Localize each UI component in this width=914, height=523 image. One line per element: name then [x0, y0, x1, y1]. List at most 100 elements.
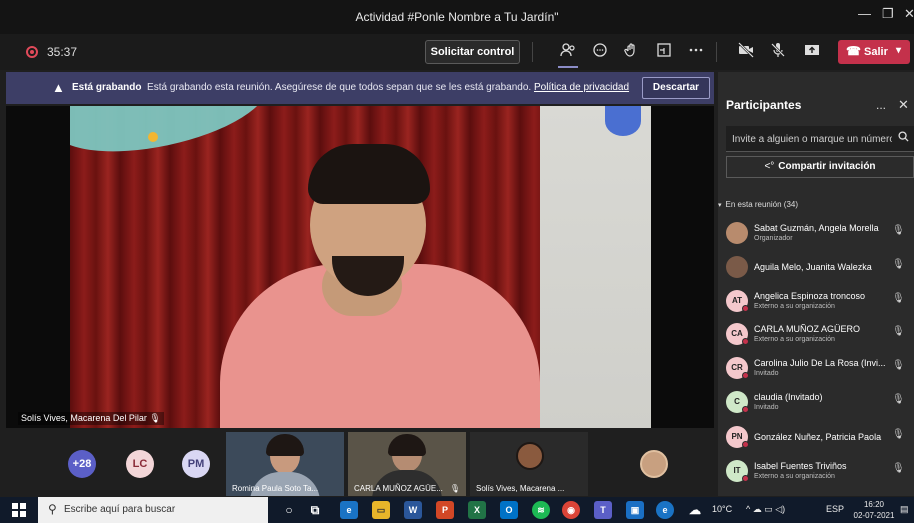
background-wall — [540, 106, 651, 428]
decoration-dot — [148, 132, 158, 142]
privacy-policy-link[interactable]: Política de privacidad — [534, 82, 629, 93]
edge-icon[interactable]: e — [340, 501, 358, 519]
section-title: En esta reunión (34) — [725, 200, 799, 209]
share-invitation-button[interactable]: <° Compartir invitación — [726, 156, 914, 178]
chat-icon[interactable] — [590, 42, 610, 62]
tray-icons[interactable]: ^ ☁ ▭ ◁) — [746, 504, 785, 515]
recording-notice-text: Está grabando esta reunión. Asegúrese de… — [147, 82, 532, 93]
participant-role: Invitado — [754, 404, 779, 411]
overflow-count-badge[interactable]: +28 — [68, 450, 96, 478]
video-tile[interactable]: Solís Vives, Macarena ... — [470, 432, 588, 496]
windows-taskbar: ⚲ Escribe aquí para buscar ○ ⧉ e ▭ W P X… — [0, 497, 914, 523]
participant-role: Invitado — [754, 370, 779, 377]
participant-name: claudia (Invitado) — [754, 392, 823, 402]
participants-icon[interactable] — [558, 42, 578, 68]
meeting-toolbar: 35:37 Solicitar control ☎ Salir ▾ — [0, 34, 914, 70]
mic-off-icon: 🎙︎ — [892, 463, 905, 474]
tile-name: Solís Vives, Macarena ... — [476, 484, 565, 493]
notifications-icon[interactable]: ▤ — [900, 504, 909, 515]
taskbar-clock[interactable]: 16:20 02-07-2021 — [852, 499, 896, 521]
participant-name: González Nuñez, Patricia Paola — [754, 432, 882, 442]
participant-avatar-photo[interactable] — [640, 450, 668, 478]
avatar-lc[interactable]: LC — [126, 450, 154, 478]
participant-row[interactable]: CR Carolina Julio De La Rosa (Invi... In… — [726, 355, 914, 385]
close-panel-icon[interactable]: ✕ — [898, 97, 909, 113]
temperature[interactable]: 10°C — [712, 504, 732, 514]
windows-start-icon[interactable] — [12, 503, 26, 517]
window-title: Actividad #Ponle Nombre a Tu Jardín" — [355, 10, 559, 24]
participant-name: Angelica Espinoza troncoso — [754, 291, 866, 301]
tile-name: Romina Paula Soto Ta... — [232, 484, 319, 493]
status-badge — [742, 475, 749, 482]
participant-role: Organizador — [754, 235, 793, 242]
participant-row[interactable]: AT Angelica Espinoza troncoso Externo a … — [726, 288, 914, 318]
powerpoint-icon[interactable]: P — [436, 501, 454, 519]
participant-name: Carolina Julio De La Rosa (Invi... — [754, 358, 886, 368]
mic-off-icon: 🎙︎ — [892, 259, 905, 270]
participants-panel: Participantes ... ✕ <°Compartir invitaci… — [718, 72, 914, 496]
minimize-button[interactable]: — — [858, 6, 871, 21]
participant-name: Sabat Guzmán, Angela Morella — [754, 223, 879, 233]
close-window-button[interactable]: ✕ — [904, 6, 914, 22]
invite-field[interactable] — [726, 126, 914, 152]
teams-icon[interactable]: T — [594, 501, 612, 519]
search-icon[interactable] — [898, 131, 909, 145]
share-invitation-label: Compartir invitación — [778, 161, 876, 172]
participant-name: CARLA MUÑOZ AGÜERO — [754, 324, 861, 334]
share-screen-icon[interactable] — [802, 42, 822, 62]
video-tile[interactable]: Romina Paula Soto Ta... — [226, 432, 344, 496]
spotify-icon[interactable]: ≋ — [532, 501, 550, 519]
mic-off-icon: 🎙︎ — [892, 360, 905, 371]
edge-chromium-icon[interactable]: e — [656, 501, 674, 519]
dismiss-button[interactable]: Descartar — [642, 77, 710, 99]
video-tile[interactable]: CARLA MUÑOZ AGÜE... 🎙︎ — [348, 432, 466, 496]
participant-row[interactable]: Aguila Melo, Juanita Walezka 🎙︎ — [726, 254, 914, 284]
excel-icon[interactable]: X — [468, 501, 486, 519]
app-icon[interactable]: ▣ — [626, 501, 644, 519]
tile-name: CARLA MUÑOZ AGÜE... — [354, 484, 443, 493]
participant-row[interactable]: CA CARLA MUÑOZ AGÜERO Externo a su organ… — [726, 321, 914, 351]
participant-row[interactable]: C claudia (Invitado) Invitado 🎙︎ — [726, 389, 914, 419]
status-badge — [742, 338, 749, 345]
recording-icon — [26, 46, 38, 58]
recording-notice-title: Está grabando — [72, 82, 142, 93]
cortana-icon[interactable]: ○ — [280, 501, 298, 519]
word-icon[interactable]: W — [404, 501, 422, 519]
participant-role: Externo a su organización — [754, 336, 835, 343]
outlook-icon[interactable]: O — [500, 501, 518, 519]
request-control-button[interactable]: Solicitar control — [425, 40, 520, 64]
chrome-icon[interactable]: ◉ — [562, 501, 580, 519]
language-indicator[interactable]: ESP — [826, 504, 844, 514]
clock-date: 02-07-2021 — [853, 511, 895, 520]
more-options-icon[interactable] — [686, 42, 706, 62]
recording-notice: Está grabando Está grabando esta reunión… — [72, 82, 629, 93]
file-explorer-icon[interactable]: ▭ — [372, 501, 390, 519]
mic-off-icon[interactable] — [768, 42, 788, 62]
participant-avatar — [726, 222, 748, 244]
weather-icon[interactable]: ☁ — [686, 501, 704, 519]
invite-input[interactable] — [732, 130, 892, 148]
share-icon: <° — [764, 161, 775, 172]
leave-button[interactable]: ☎ Salir ▾ — [838, 40, 910, 64]
in-meeting-section-header[interactable]: ▾ En esta reunión (34) — [718, 200, 798, 209]
taskbar-search[interactable]: ⚲ Escribe aquí para buscar — [38, 497, 268, 523]
task-view-icon[interactable]: ⧉ — [306, 501, 324, 519]
taskbar-search-text: Escribe aquí para buscar — [64, 504, 176, 515]
camera-off-icon[interactable] — [736, 42, 756, 62]
participant-avatar — [726, 256, 748, 278]
participant-row[interactable]: IT Isabel Fuentes Triviños Externo a su … — [726, 458, 914, 488]
meeting-timer: 35:37 — [47, 45, 78, 59]
participant-row[interactable]: Sabat Guzmán, Angela Morella Organizador… — [726, 220, 914, 250]
main-video-name: Solís Vives, Macarena Del Pilar — [21, 413, 147, 423]
participant-row[interactable]: PN González Nuñez, Patricia Paola 🎙︎ — [726, 424, 914, 454]
toolbar-divider — [716, 42, 717, 62]
avatar-pm[interactable]: PM — [182, 450, 210, 478]
clock-time: 16:20 — [863, 500, 885, 509]
more-options-icon[interactable]: ... — [876, 98, 886, 112]
maximize-button[interactable]: ❐ — [882, 6, 894, 22]
mic-off-icon: 🎙︎ — [892, 326, 905, 337]
chevron-down-icon[interactable]: ▾ — [896, 45, 901, 56]
reactions-icon[interactable] — [622, 42, 642, 62]
rooms-icon[interactable] — [654, 42, 674, 62]
main-video-feed[interactable] — [70, 106, 651, 428]
